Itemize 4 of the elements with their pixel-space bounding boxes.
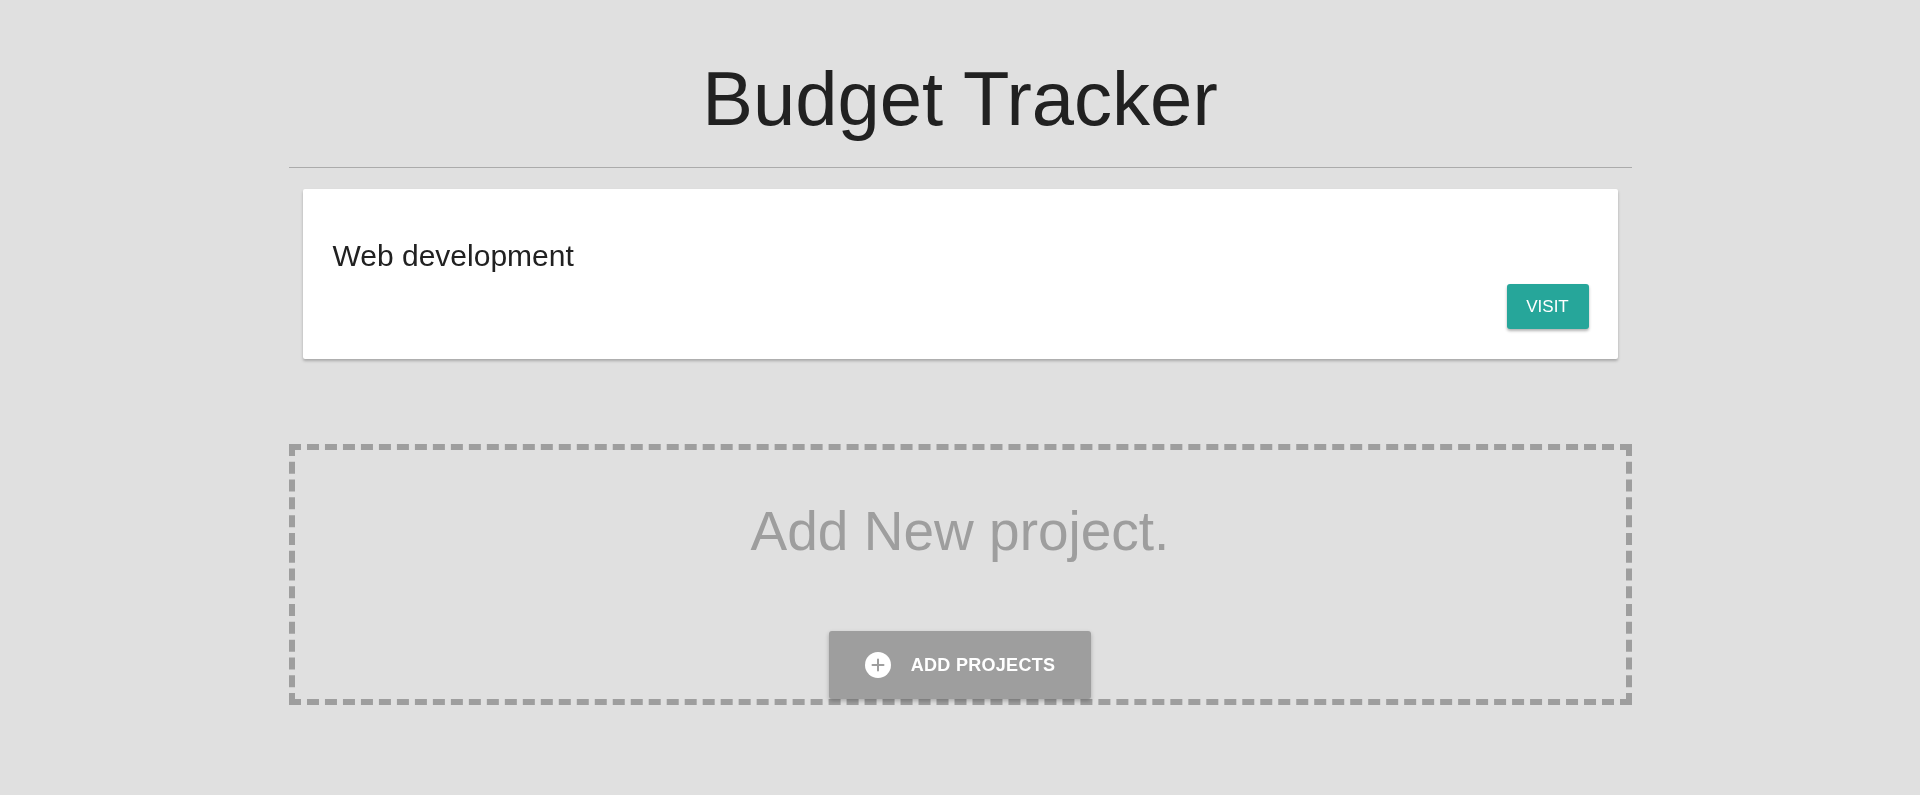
add-projects-button[interactable]: ADD PROJECTS bbox=[829, 631, 1091, 699]
visit-button[interactable]: VISIT bbox=[1506, 284, 1589, 329]
project-name: Web development bbox=[332, 241, 574, 271]
plus-circle-icon bbox=[864, 652, 891, 678]
